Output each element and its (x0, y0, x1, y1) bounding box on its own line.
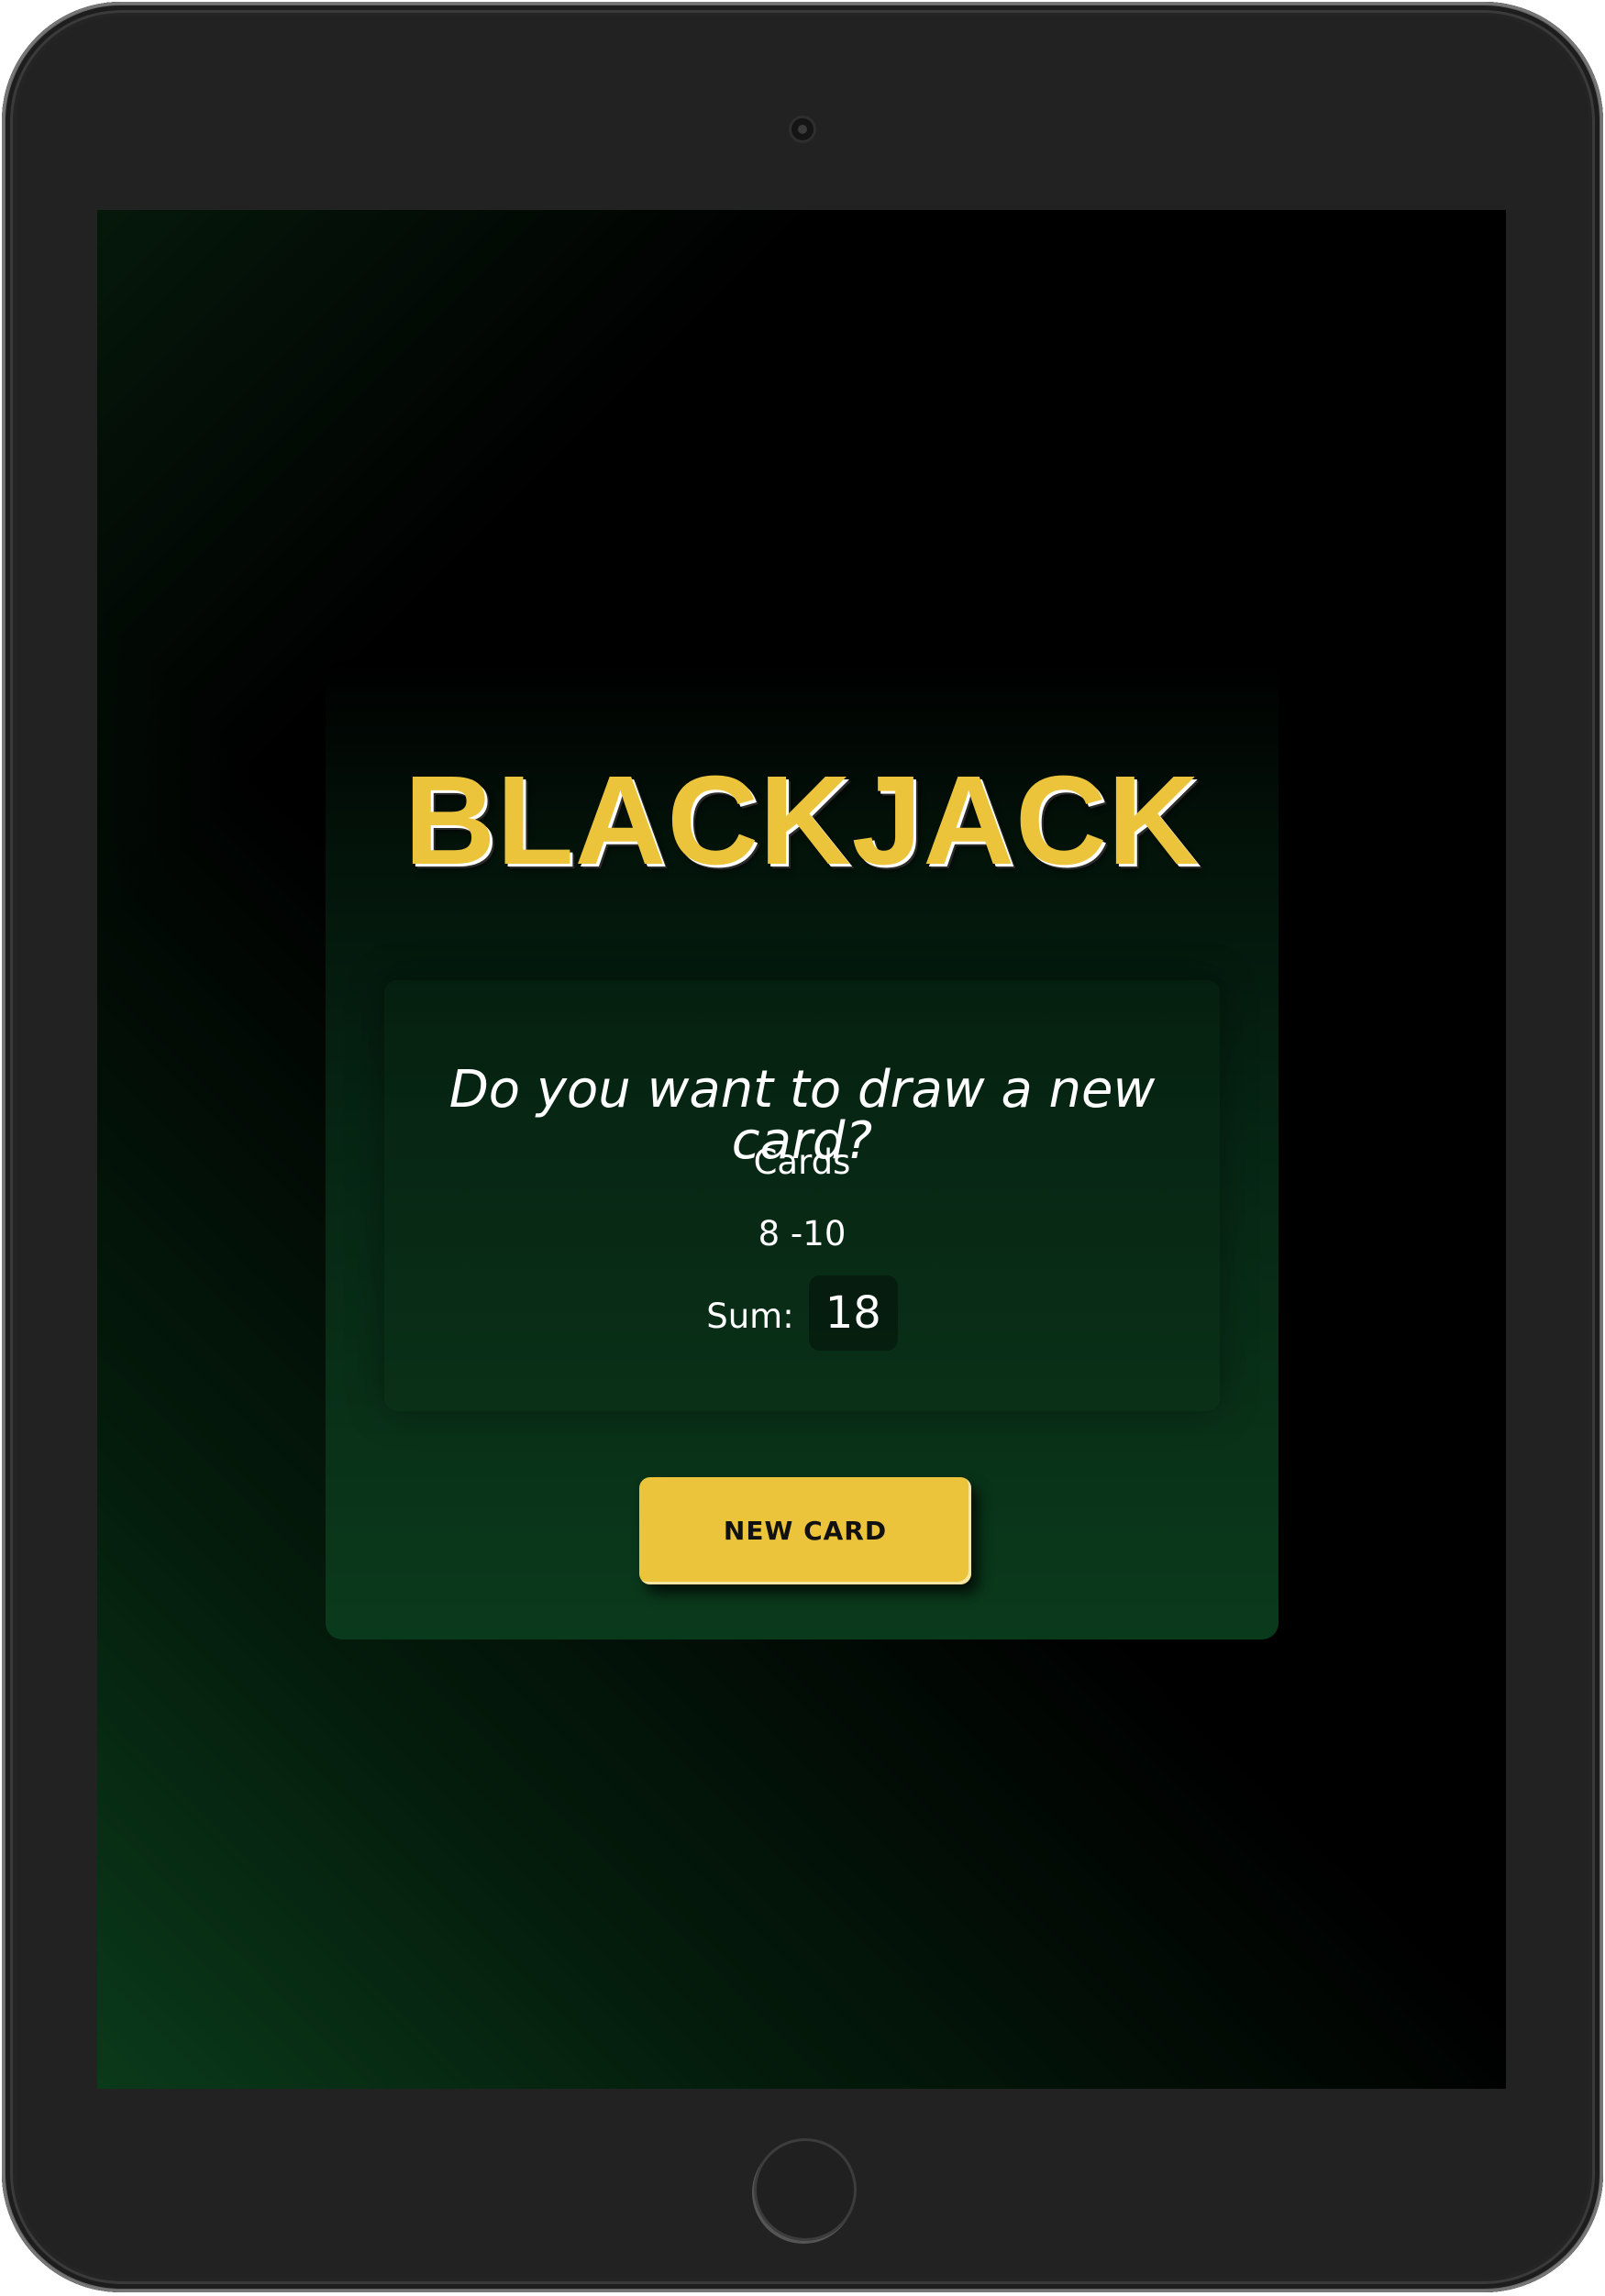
sum-label: Sum: (706, 1296, 794, 1336)
cards-label: Cards (753, 1142, 851, 1182)
sum-value: 18 (808, 1275, 898, 1352)
game-panel: BLACKJACK Do you want to draw a new card… (326, 661, 1278, 1639)
new-card-button[interactable]: NEW CARD (639, 1477, 971, 1584)
message-box: Do you want to draw a new card? Cards 8 … (384, 980, 1220, 1411)
tablet-frame: BLACKJACK Do you want to draw a new card… (2, 2, 1603, 2292)
sum-row: Sum: 18 (384, 1272, 1220, 1354)
tablet-screen: BLACKJACK Do you want to draw a new card… (97, 210, 1506, 2089)
game-title: BLACKJACK (404, 750, 1201, 891)
home-button-icon[interactable] (754, 2138, 857, 2241)
cards-value: 8 -10 (758, 1214, 847, 1253)
camera-lens (798, 125, 807, 134)
camera-icon (789, 116, 816, 143)
